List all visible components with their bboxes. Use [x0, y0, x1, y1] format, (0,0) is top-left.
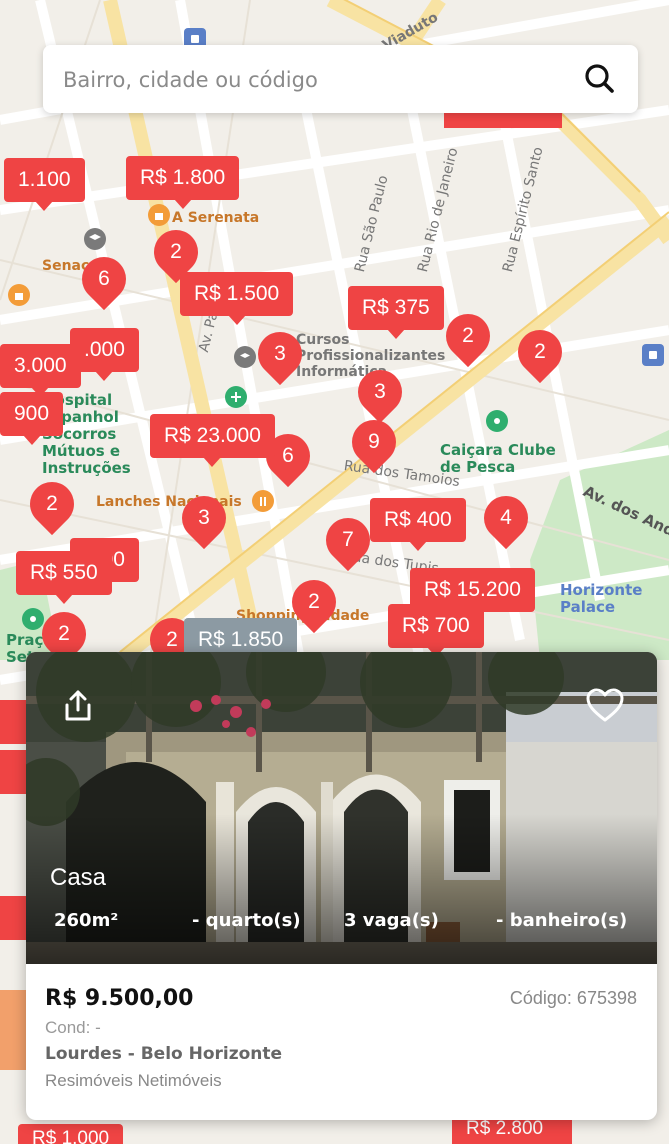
parking-stat: 3 vaga(s): [344, 910, 439, 931]
search-input[interactable]: [61, 45, 565, 115]
price-marker-partial[interactable]: [0, 700, 26, 744]
cluster-marker[interactable]: 9: [342, 410, 406, 474]
price-marker-partial[interactable]: [0, 750, 26, 794]
bedrooms-stat: - quarto(s): [192, 910, 301, 931]
square-icon: [22, 608, 44, 630]
share-icon[interactable]: [60, 688, 96, 724]
search-bar[interactable]: [43, 45, 638, 115]
search-icon[interactable]: [580, 59, 620, 99]
price-marker[interactable]: R$ 375: [348, 286, 444, 339]
price-marker[interactable]: R$ 1.000: [18, 1124, 124, 1144]
heart-icon[interactable]: [585, 686, 625, 726]
price-marker[interactable]: R$ 700: [388, 604, 484, 657]
price-marker[interactable]: R$ 550: [16, 551, 112, 604]
price-marker[interactable]: 900: [0, 392, 64, 445]
cluster-marker[interactable]: 3: [172, 486, 236, 550]
place-label: Horizonte Palace: [560, 581, 643, 616]
price-marker[interactable]: 3.000: [0, 344, 81, 397]
property-price: R$ 9.500,00: [45, 986, 194, 1011]
price-marker[interactable]: R$ 23.000: [150, 414, 275, 467]
property-photo[interactable]: Casa 260m² - quarto(s) 3 vaga(s) - banhe…: [26, 652, 657, 964]
cluster-marker[interactable]: 2: [436, 304, 500, 368]
restaurant-icon: [252, 490, 274, 512]
cluster-marker[interactable]: 3: [348, 360, 412, 424]
cluster-marker[interactable]: 6: [72, 247, 136, 311]
hospital-icon: [225, 386, 247, 408]
property-card[interactable]: Casa 260m² - quarto(s) 3 vaga(s) - banhe…: [26, 652, 657, 1120]
shop-icon: [8, 284, 30, 306]
price-marker[interactable]: R$ 400: [370, 498, 466, 551]
cluster-marker[interactable]: 2: [508, 320, 572, 384]
property-location: Lourdes - Belo Horizonte: [45, 1044, 283, 1064]
photo-gradient: [26, 814, 657, 964]
bathrooms-stat: - banheiro(s): [496, 910, 628, 931]
cluster-marker[interactable]: 4: [474, 486, 538, 550]
agency-name: Resimóveis Netimóveis: [45, 1071, 222, 1090]
cluster-marker[interactable]: 2: [20, 472, 84, 536]
school-icon: [84, 228, 106, 250]
property-code: Código: 675398: [509, 988, 637, 1008]
place-label: A Serenata: [172, 210, 260, 226]
price-marker-partial[interactable]: [0, 990, 26, 1070]
education-icon: [234, 346, 256, 368]
bag-icon: [148, 204, 170, 226]
place-label: Caiçara Clube de Pesca: [440, 441, 556, 476]
price-marker-partial[interactable]: [0, 896, 26, 940]
area-stat: 260m²: [54, 910, 119, 931]
club-icon: [486, 410, 508, 432]
price-marker[interactable]: R$ 1.500: [180, 272, 294, 325]
price-marker[interactable]: R$ 1.800: [126, 156, 240, 209]
condo-fee: Cond: -: [45, 1018, 101, 1037]
bus-icon: [642, 344, 664, 366]
property-type: Casa: [50, 864, 107, 891]
cluster-marker[interactable]: 3: [248, 322, 312, 386]
price-marker[interactable]: 1.100: [4, 158, 85, 211]
